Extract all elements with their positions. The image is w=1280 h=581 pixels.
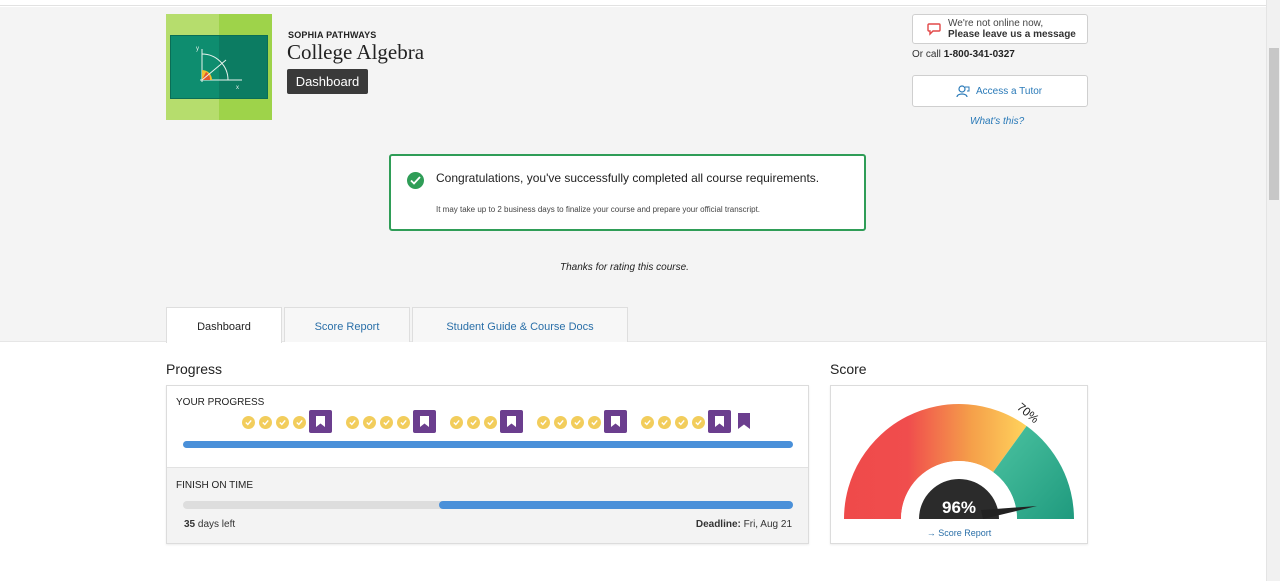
scrollbar-thumb[interactable] [1269,48,1279,200]
whats-this-link[interactable]: What's this? [970,116,1024,127]
chat-offline-text: We're not online now, [948,18,1044,29]
access-tutor-button[interactable]: Access a Tutor [912,75,1088,107]
milestone-check-icon [571,416,584,429]
deadline-value: Fri, Aug 21 [743,519,792,530]
milestone-check-icon [484,416,497,429]
milestone-check-icon [259,416,272,429]
score-value: 96% [941,498,977,517]
chat-bubble-icon [927,23,941,36]
access-tutor-label: Access a Tutor [976,86,1043,97]
score-card: 70% 96% → Score Report [830,385,1088,544]
progress-bar [183,441,793,448]
chat-message-button[interactable]: We're not online now, Please leave us a … [912,14,1088,44]
unit-milestone-bookmark-icon[interactable] [500,410,523,433]
unit-milestone-bookmark-icon[interactable] [309,410,332,433]
course-title: College Algebra [287,40,425,64]
days-left-suffix: days left [197,519,236,530]
program-label: SOPHIA PATHWAYS [288,30,377,40]
milestone-check-icon [658,416,671,429]
unit-milestone-bookmark-icon[interactable] [708,410,731,433]
unit-milestone-bookmark-icon[interactable] [413,410,436,433]
time-track [183,501,793,509]
milestone-check-icon [380,416,393,429]
check-circle-icon [407,172,424,189]
completion-title: Congratulations, you've successfully com… [436,171,820,185]
top-rule [0,0,1266,6]
course-logo: y x [166,14,272,120]
tab-score-report[interactable]: Score Report [284,307,410,342]
progress-section-title: Progress [166,361,223,377]
svg-text:y: y [196,46,199,52]
milestone-check-icon [293,416,306,429]
your-progress-label: YOUR PROGRESS [176,397,265,408]
completion-notice: Congratulations, you've successfully com… [389,154,866,231]
call-line: Or call 1-800-341-0327 [912,49,1015,60]
phone-number[interactable]: 1-800-341-0327 [944,49,1015,60]
call-prefix: Or call [912,49,941,60]
tab-dashboard[interactable]: Dashboard [166,307,282,343]
milestone-check-icon [397,416,410,429]
dashboard-chip[interactable]: Dashboard [287,69,368,94]
deadline-label: Deadline: [695,519,741,530]
days-left: 35 days left [184,519,235,530]
svg-text:x: x [236,85,239,91]
chat-leave-message-text: Please leave us a message [948,29,1076,40]
milestone-check-icon [276,416,289,429]
time-elapsed-bar [439,501,793,509]
milestone-check-icon [588,416,601,429]
logo-graph-icon: y x [196,46,242,91]
milestone-check-icon [467,416,480,429]
page-scrollbar[interactable] [1266,0,1280,581]
tutor-icon [956,85,970,98]
milestone-track [167,410,808,433]
milestone-check-icon [675,416,688,429]
milestone-check-icon [346,416,359,429]
milestone-check-icon [242,416,255,429]
milestone-check-icon [450,416,463,429]
days-left-value: 35 [184,519,196,530]
milestone-check-icon [537,416,550,429]
deadline: Deadline: Fri, Aug 21 [696,519,792,530]
progress-card: YOUR PROGRESS FINISH ON TIME 35 days lef… [166,385,809,544]
score-report-link[interactable]: → Score Report [831,528,1087,538]
milestone-check-icon [641,416,654,429]
finish-on-time-panel: FINISH ON TIME 35 days left Deadline: Fr… [167,467,808,543]
rating-thanks: Thanks for rating this course. [560,262,689,273]
tab-student-guide[interactable]: Student Guide & Course Docs [412,307,628,342]
milestone-check-icon [554,416,567,429]
milestone-check-icon [363,416,376,429]
completion-subtitle: It may take up to 2 business days to fin… [436,205,761,214]
milestone-check-icon [692,416,705,429]
finish-on-time-label: FINISH ON TIME [176,480,254,491]
score-section-title: Score [830,361,867,377]
unit-milestone-bookmark-icon[interactable] [604,410,627,433]
final-bookmark-icon[interactable] [737,412,751,432]
